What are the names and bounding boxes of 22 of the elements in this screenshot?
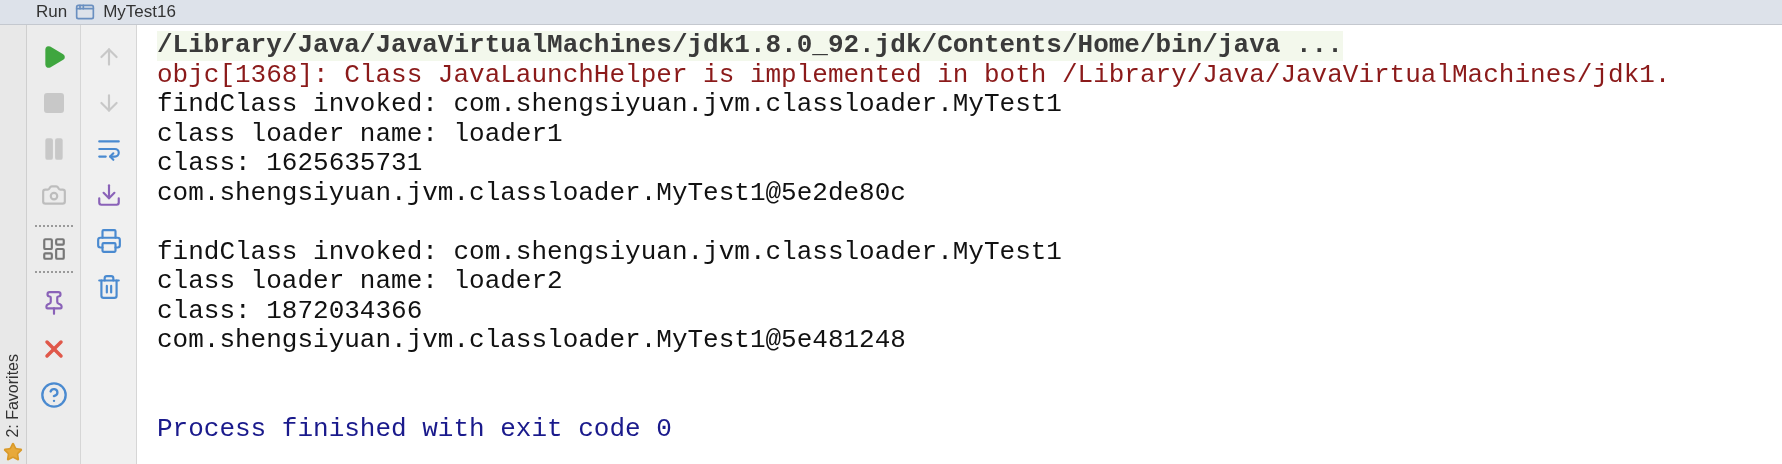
console-line: class loader name: loader1 (157, 119, 563, 149)
console-line: class: 1625635731 (157, 149, 423, 179)
printer-icon (95, 228, 122, 254)
download-icon (95, 182, 122, 208)
console-line: findClass invoked: com.shengsiyuan.jvm.classloader.MyTest1 (157, 237, 1062, 267)
console-line: findClass invoked: com.shengsiyuan.jvm.classloader.MyTest1 (157, 90, 1062, 120)
star-icon (3, 442, 23, 462)
console-line: com.shengsiyuan.jvm.classloader.MyTest1@5e481248 (157, 326, 906, 356)
camera-icon (40, 182, 67, 208)
layout-icon (40, 236, 67, 262)
help-icon (39, 381, 68, 409)
trash-icon (95, 274, 122, 300)
console-line: class: 1872034366 (157, 296, 423, 326)
favorites-tab[interactable]: 2: Favorites (1, 354, 25, 462)
window-icon (75, 2, 96, 22)
console-line: com.shengsiyuan.jvm.classloader.MyTest1@5e2de80c (157, 178, 906, 208)
console-line: objc[1368]: Class JavaLaunchHelper is implemented in both /Library/Java/JavaVirtualMachines/jdk1. (157, 60, 1671, 90)
console-line: Process finished with exit code 0 (157, 414, 672, 444)
run-config-tab[interactable]: MyTest16 (103, 0, 176, 25)
console-line: class loader name: loader2 (157, 267, 563, 297)
stop-icon (41, 91, 66, 115)
panel-title: Run (36, 1, 68, 24)
